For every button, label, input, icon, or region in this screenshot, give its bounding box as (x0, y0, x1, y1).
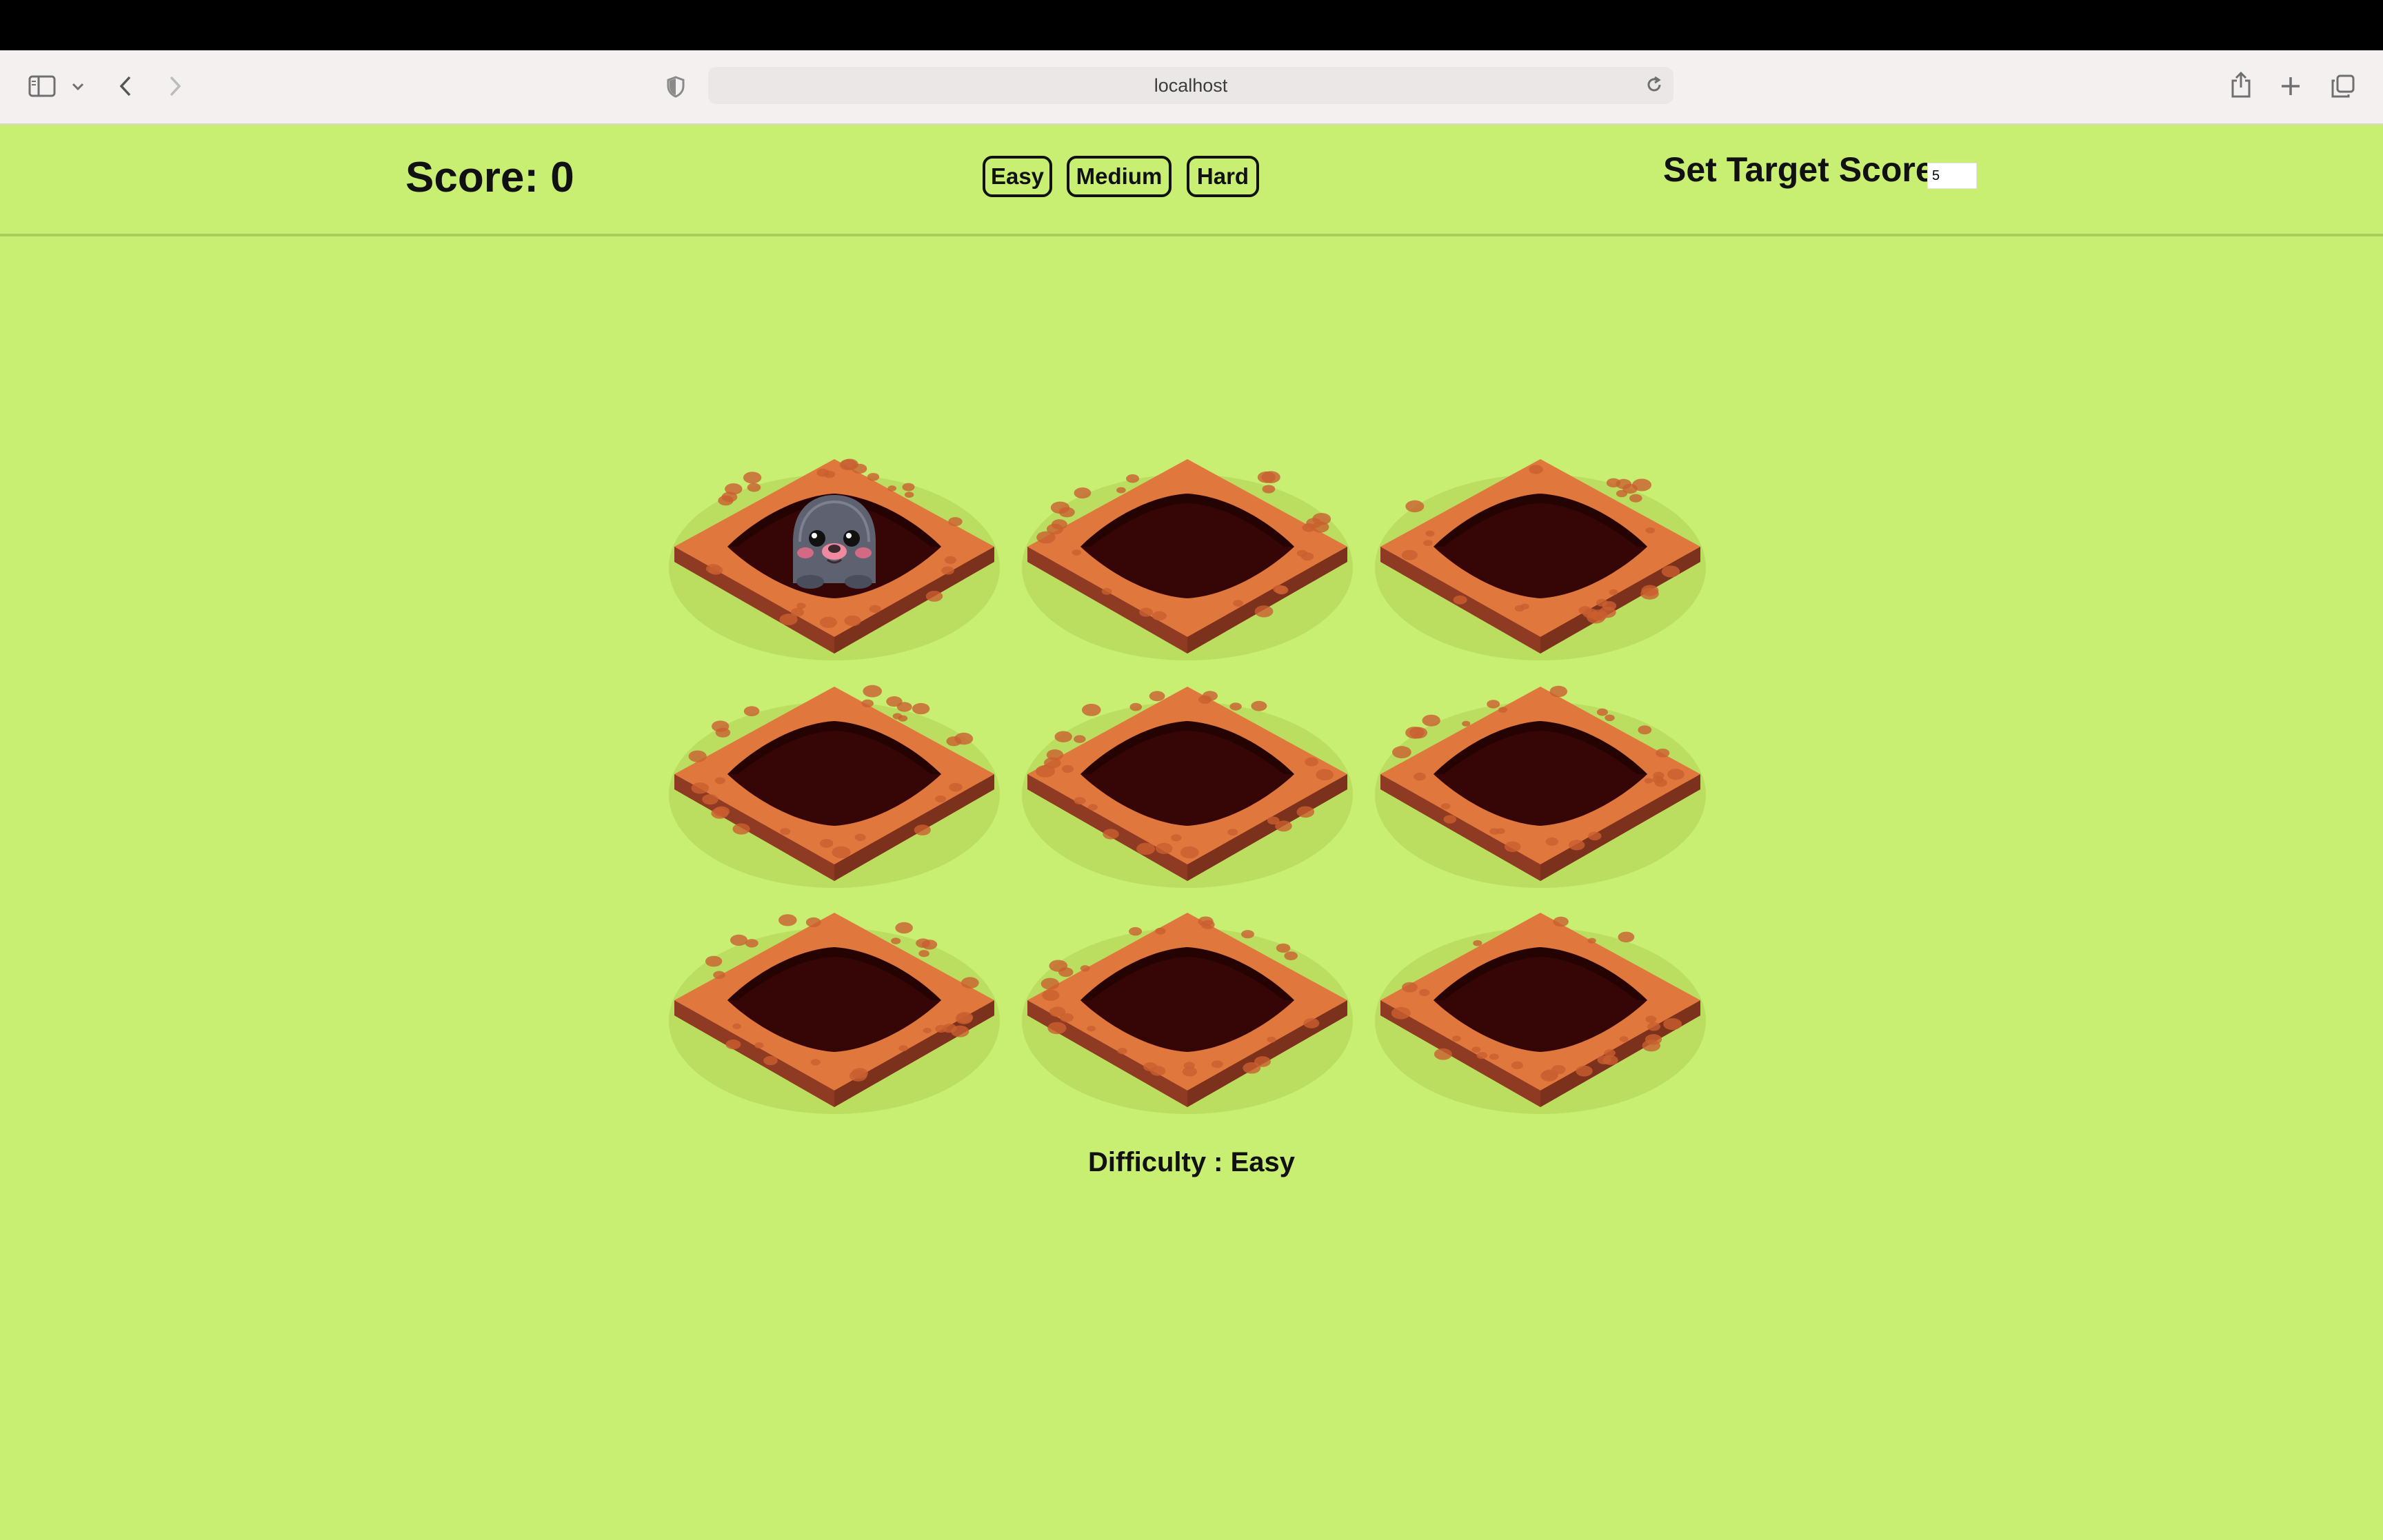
mole-hole[interactable] (1022, 681, 1353, 888)
top-black-bar (0, 0, 2383, 50)
url-text: localhost (1154, 74, 1228, 96)
browser-toolbar: localhost (0, 50, 2383, 125)
mole-hole[interactable] (1375, 681, 1706, 888)
sidebar-toggle-icon[interactable] (25, 71, 59, 101)
hard-button[interactable]: Hard (1187, 156, 1259, 197)
mole-icon[interactable] (779, 487, 889, 594)
mole-hole[interactable] (669, 454, 1000, 660)
reload-icon[interactable] (1645, 75, 1664, 99)
game-header: Score: 0 Easy Medium Hard Set Target Sco… (0, 125, 2383, 236)
target-score-input[interactable] (1927, 163, 1977, 189)
mole-hole[interactable] (1375, 907, 1706, 1114)
mole-hole[interactable] (1022, 907, 1353, 1114)
mole-hole[interactable] (1022, 454, 1353, 660)
easy-button[interactable]: Easy (983, 156, 1052, 197)
mole-hole[interactable] (1375, 454, 1706, 660)
forward-arrow-icon[interactable] (163, 72, 188, 100)
chevron-down-icon[interactable] (69, 78, 87, 96)
share-icon[interactable] (2227, 68, 2255, 101)
target-score-label: Set Target Score: (1663, 150, 1947, 189)
mole-hole[interactable] (669, 907, 1000, 1114)
back-arrow-icon[interactable] (113, 72, 138, 100)
new-tab-plus-icon[interactable] (2277, 72, 2304, 100)
mole-hole[interactable] (669, 681, 1000, 888)
privacy-shield-icon[interactable] (663, 74, 688, 100)
address-bar[interactable]: localhost (708, 67, 1673, 104)
tab-overview-icon[interactable] (2328, 72, 2358, 100)
score-display: Score: 0 (405, 154, 574, 201)
medium-button[interactable]: Medium (1067, 156, 1172, 197)
difficulty-status: Difficulty : Easy (1087, 1147, 1296, 1177)
